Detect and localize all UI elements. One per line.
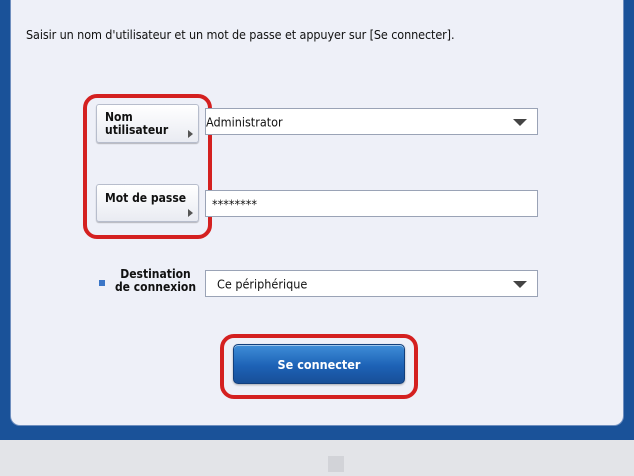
password-field[interactable]: ********	[205, 190, 538, 217]
instruction-text: Saisir un nom d'utilisateur et un mot de…	[26, 27, 455, 42]
username-dropdown[interactable]: Administrator	[205, 108, 538, 135]
bullet-icon	[99, 280, 105, 286]
login-screen: Saisir un nom d'utilisateur et un mot de…	[0, 0, 634, 476]
destination-value: Ce périphérique	[217, 276, 308, 291]
login-button[interactable]: Se connecter	[233, 344, 405, 384]
password-button[interactable]: Mot de passe	[96, 184, 199, 222]
footer-bar	[0, 440, 634, 476]
chevron-right-icon	[188, 209, 193, 217]
footer-square	[328, 456, 344, 472]
destination-dropdown[interactable]: Ce périphérique	[205, 270, 538, 297]
username-label-line2: utilisateur	[105, 123, 169, 137]
username-button[interactable]: Nom utilisateur	[96, 104, 199, 143]
username-value: Administrator	[206, 114, 283, 129]
chevron-down-icon	[513, 280, 527, 288]
destination-label-line2: de connexion	[114, 280, 197, 294]
chevron-right-icon	[188, 130, 193, 138]
password-label: Mot de passe	[105, 191, 187, 205]
destination-label: Destination de connexion	[113, 268, 198, 294]
chevron-down-icon	[513, 118, 527, 126]
password-value: ********	[212, 196, 257, 211]
